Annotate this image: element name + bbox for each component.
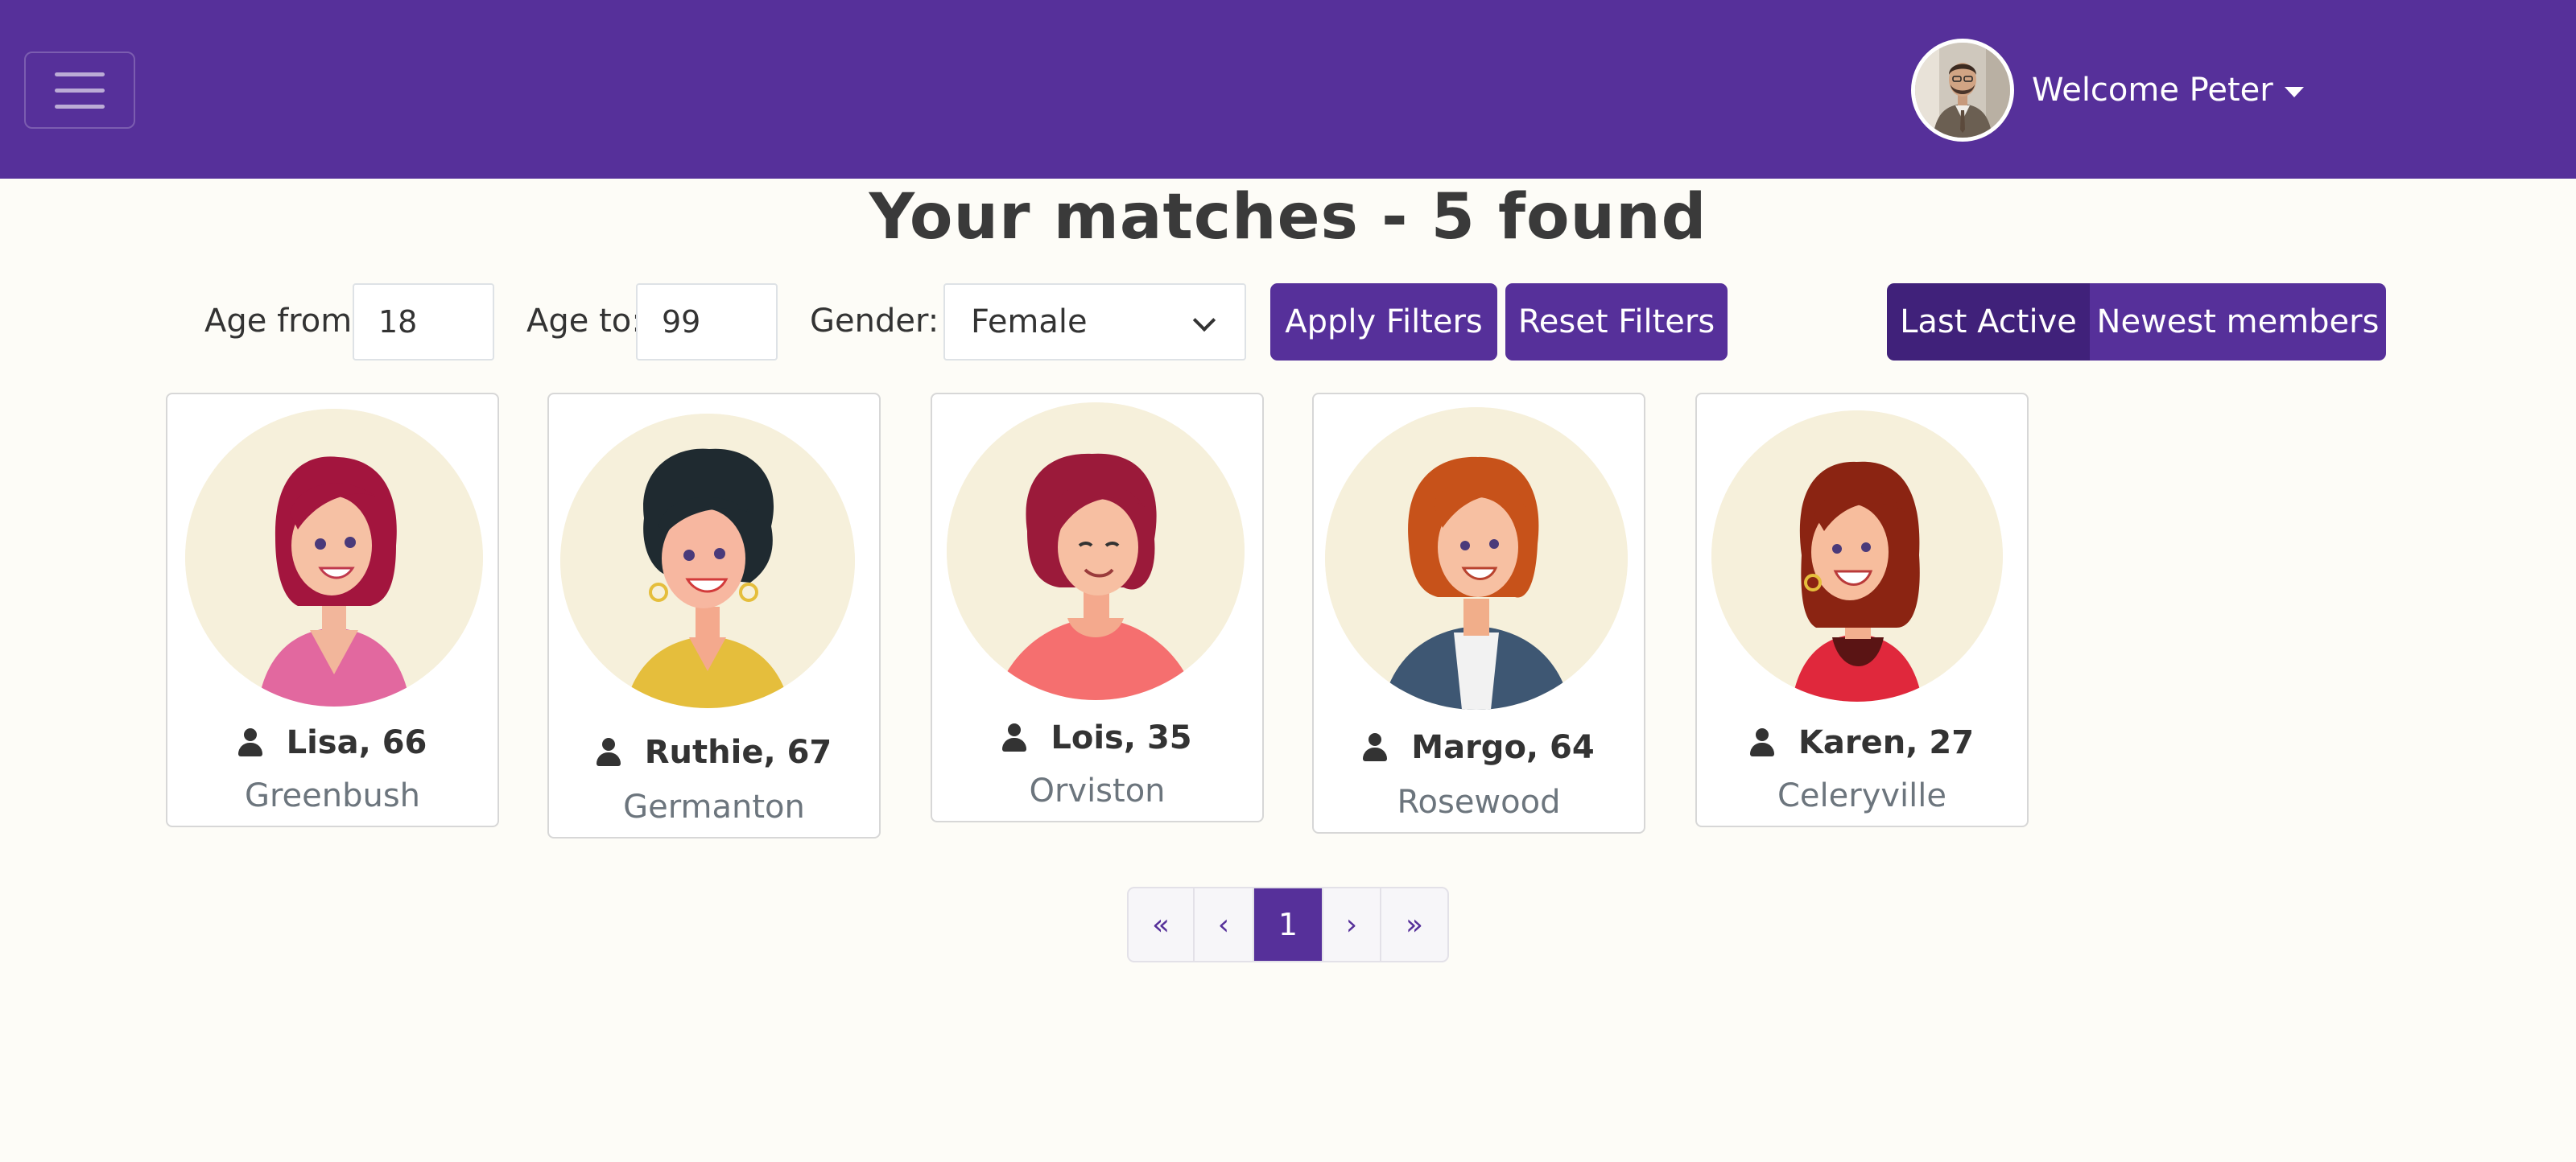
member-photo[interactable] — [185, 409, 483, 707]
welcome-text[interactable]: Welcome Peter — [2032, 72, 2304, 109]
age-from-input[interactable]: 18 — [353, 283, 494, 361]
member-name-text: Ruthie, 67 — [644, 734, 832, 771]
member-name-text: Margo, 64 — [1411, 729, 1595, 766]
caret-down-icon — [2284, 86, 2304, 97]
member-city: Greenbush — [244, 777, 421, 814]
gender-select-value: Female — [971, 303, 1088, 340]
member-name: Lisa, 66 — [167, 724, 497, 761]
reset-filters-button[interactable]: Reset Filters — [1505, 283, 1728, 361]
user-icon — [1002, 723, 1027, 752]
member-card[interactable]: Karen, 27 Celeryville — [1695, 393, 2029, 827]
age-to-input[interactable]: 99 — [636, 283, 778, 361]
member-card[interactable]: Lisa, 66 Greenbush — [166, 393, 499, 827]
chevron-down-icon — [1192, 308, 1216, 332]
member-photo[interactable] — [1325, 407, 1628, 710]
member-name: Karen, 27 — [1697, 724, 2027, 761]
hamburger-icon-line — [55, 104, 105, 109]
apply-filters-button[interactable]: Apply Filters — [1270, 283, 1497, 361]
member-name-text: Karen, 27 — [1798, 724, 1975, 761]
page-number-button[interactable]: 1 — [1254, 888, 1323, 961]
user-icon — [1749, 728, 1774, 757]
page-first-button[interactable]: « — [1129, 888, 1195, 961]
user-icon — [1363, 733, 1388, 762]
member-photo[interactable] — [1711, 410, 2003, 702]
page-prev-button[interactable]: ‹ — [1195, 888, 1254, 961]
member-name-text: Lisa, 66 — [286, 724, 427, 761]
sort-last-active-button[interactable]: Last Active — [1887, 283, 2090, 361]
page-next-button[interactable]: › — [1323, 888, 1381, 961]
user-icon — [596, 738, 621, 767]
member-card[interactable]: Lois, 35 Orviston — [931, 393, 1264, 822]
user-menu-dropdown[interactable]: Welcome Peter — [1911, 39, 2304, 142]
member-photo[interactable] — [947, 402, 1245, 700]
sort-newest-members-button[interactable]: Newest members — [2090, 283, 2386, 361]
user-avatar — [1911, 39, 2014, 142]
member-city: Orviston — [1029, 773, 1166, 810]
member-city: Germanton — [623, 789, 805, 826]
pagination: « ‹ 1 › » — [1127, 887, 1449, 962]
member-city: Rosewood — [1397, 784, 1561, 821]
age-from-label: Age from: — [204, 303, 363, 340]
page-last-button[interactable]: » — [1381, 888, 1447, 961]
user-icon — [237, 728, 262, 757]
gender-label: Gender: — [810, 303, 939, 340]
page-title: Your matches - 5 found — [869, 181, 1707, 253]
gender-select[interactable]: Female — [943, 283, 1246, 361]
hamburger-icon-line — [55, 88, 105, 93]
member-city: Celeryville — [1777, 777, 1946, 814]
member-photo[interactable] — [560, 414, 855, 708]
hamburger-icon-line — [55, 72, 105, 76]
welcome-label: Welcome Peter — [2032, 72, 2273, 109]
member-name: Margo, 64 — [1314, 729, 1644, 766]
member-card[interactable]: Margo, 64 Rosewood — [1312, 393, 1645, 834]
menu-toggle-button[interactable] — [24, 52, 135, 129]
member-name: Ruthie, 67 — [549, 734, 879, 771]
age-to-label: Age to: — [526, 303, 642, 340]
member-name-text: Lois, 35 — [1051, 719, 1192, 756]
member-card[interactable]: Ruthie, 67 Germanton — [547, 393, 881, 839]
sort-button-group: Last Active Newest members — [1887, 283, 2386, 361]
member-name: Lois, 35 — [932, 719, 1262, 756]
navbar: Welcome Peter — [0, 0, 2576, 179]
